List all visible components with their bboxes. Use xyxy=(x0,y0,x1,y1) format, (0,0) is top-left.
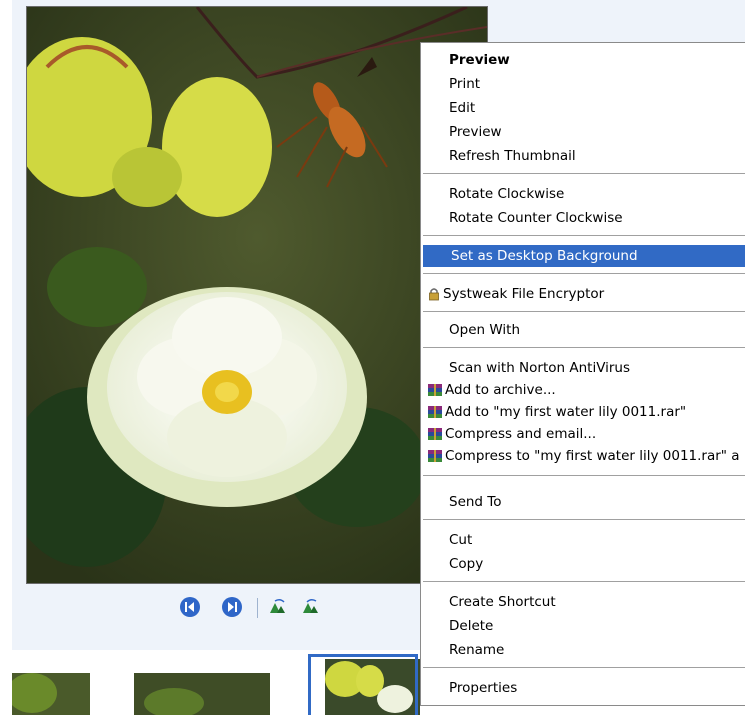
filmstrip-thumbnail[interactable] xyxy=(134,673,270,715)
menu-item-label: Copy xyxy=(449,556,484,572)
menu-item-label: Preview xyxy=(449,52,510,68)
selected-thumbnail-border xyxy=(308,654,418,715)
winrar-archive-icon xyxy=(427,383,443,397)
menu-item-label: Send To xyxy=(449,494,502,510)
menu-item-label: Preview xyxy=(449,124,502,140)
menu-item-label: Print xyxy=(449,76,481,92)
menu-item-open-with[interactable]: Open With xyxy=(421,319,745,341)
winrar-archive-icon xyxy=(427,405,443,419)
menu-item-add-to-archive[interactable]: Add to archive... xyxy=(421,379,745,401)
winrar-archive-icon xyxy=(427,449,443,463)
menu-item-label: Compress to "my first water lily 0011.ra… xyxy=(445,448,740,464)
menu-item-scan-norton[interactable]: Scan with Norton AntiVirus xyxy=(421,357,745,379)
menu-item-label: Scan with Norton AntiVirus xyxy=(449,360,631,376)
menu-separator xyxy=(423,475,745,476)
menu-item-label: Open With xyxy=(449,322,521,338)
previous-image-icon xyxy=(180,597,200,617)
menu-item-print[interactable]: Print xyxy=(421,73,745,95)
menu-item-set-desktop-background[interactable]: Set as Desktop Background xyxy=(423,245,745,267)
menu-item-delete[interactable]: Delete xyxy=(421,615,745,637)
menu-separator xyxy=(423,273,745,274)
rotate-clockwise-button[interactable] xyxy=(267,596,289,618)
menu-item-preview-default[interactable]: Preview xyxy=(421,49,745,71)
menu-item-label: Set as Desktop Background xyxy=(451,248,638,264)
viewer-toolbar xyxy=(175,594,335,622)
menu-separator xyxy=(423,581,745,582)
toolbar-separator xyxy=(257,598,258,618)
menu-item-label: Add to archive... xyxy=(445,382,556,398)
menu-separator xyxy=(423,347,745,348)
next-image-icon xyxy=(222,597,242,617)
menu-item-label: Create Shortcut xyxy=(449,594,556,610)
menu-item-rename[interactable]: Rename xyxy=(421,639,745,661)
menu-item-send-to[interactable]: Send To xyxy=(421,491,745,513)
menu-item-rotate-clockwise[interactable]: Rotate Clockwise xyxy=(421,183,745,205)
menu-item-preview[interactable]: Preview xyxy=(421,121,745,143)
main-photo xyxy=(26,6,488,584)
menu-item-properties[interactable]: Properties xyxy=(421,677,745,699)
menu-separator xyxy=(423,311,745,312)
menu-item-label: Properties xyxy=(449,680,518,696)
next-image-button[interactable] xyxy=(221,596,243,618)
winrar-archive-icon xyxy=(427,427,443,441)
menu-separator xyxy=(423,519,745,520)
menu-item-create-shortcut[interactable]: Create Shortcut xyxy=(421,591,745,613)
menu-item-label: Delete xyxy=(449,618,494,634)
menu-separator xyxy=(423,235,745,236)
menu-item-compress-to-rar-and-email[interactable]: Compress to "my first water lily 0011.ra… xyxy=(421,445,745,467)
menu-item-compress-and-email[interactable]: Compress and email... xyxy=(421,423,745,445)
previous-image-button[interactable] xyxy=(179,596,201,618)
menu-item-label: Refresh Thumbnail xyxy=(449,148,576,164)
menu-item-label: Edit xyxy=(449,100,476,116)
menu-item-cut[interactable]: Cut xyxy=(421,529,745,551)
menu-item-label: Systweak File Encryptor xyxy=(443,286,605,302)
menu-item-label: Rename xyxy=(449,642,505,658)
menu-item-label: Rotate Counter Clockwise xyxy=(449,210,623,226)
menu-item-systweak-file-encryptor[interactable]: Systweak File Encryptor xyxy=(421,283,745,305)
menu-item-label: Add to "my first water lily 0011.rar" xyxy=(445,404,687,420)
menu-item-refresh-thumbnail[interactable]: Refresh Thumbnail xyxy=(421,145,745,167)
menu-item-label: Compress and email... xyxy=(445,426,597,442)
menu-item-copy[interactable]: Copy xyxy=(421,553,745,575)
filmstrip-thumbnail[interactable] xyxy=(12,673,90,715)
menu-separator xyxy=(423,173,745,174)
context-menu: Preview Print Edit Preview Refresh Thumb… xyxy=(420,42,745,706)
rotate-counterclockwise-icon xyxy=(303,598,318,613)
menu-item-label: Cut xyxy=(449,532,473,548)
viewer-left-margin xyxy=(0,0,12,715)
menu-item-rotate-counter-clockwise[interactable]: Rotate Counter Clockwise xyxy=(421,207,745,229)
lock-icon xyxy=(427,287,441,301)
menu-item-label: Rotate Clockwise xyxy=(449,186,565,202)
menu-separator xyxy=(423,667,745,668)
rotate-clockwise-icon xyxy=(270,598,285,613)
menu-item-add-to-rar[interactable]: Add to "my first water lily 0011.rar" xyxy=(421,401,745,423)
rotate-counterclockwise-button[interactable] xyxy=(299,596,321,618)
menu-item-edit[interactable]: Edit xyxy=(421,97,745,119)
